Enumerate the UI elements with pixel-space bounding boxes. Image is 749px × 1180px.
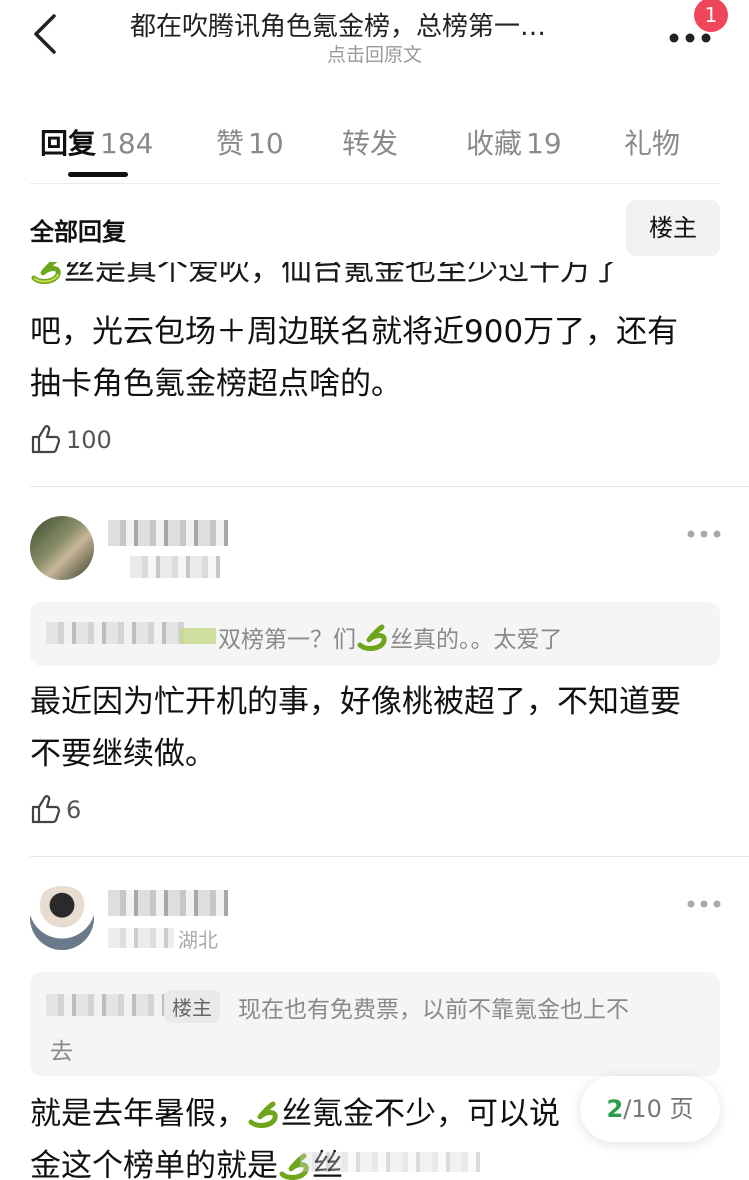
user-location: 湖北 bbox=[178, 928, 218, 952]
top-bar: 都在吹腾讯角色氪金榜，总榜第一… 点击回原文 1 bbox=[0, 0, 749, 80]
quoted-text: 双榜第一？们 bbox=[218, 627, 356, 653]
all-replies-heading: 全部回复 bbox=[30, 218, 126, 246]
tab-gifts[interactable]: 礼物 bbox=[624, 122, 684, 162]
reply1-like-button[interactable]: 100 bbox=[30, 424, 112, 454]
thumbs-up-icon bbox=[31, 425, 61, 454]
reply1-cut-line: 丝是真个爱吹，仙台氪金也至少过十万了 bbox=[30, 262, 720, 296]
page-title[interactable]: 都在吹腾讯角色氪金榜，总榜第一… bbox=[130, 6, 546, 43]
tab-likes[interactable]: 赞 10 bbox=[216, 122, 284, 162]
username-redacted[interactable] bbox=[108, 890, 228, 916]
back-to-original-link[interactable]: 点击回原文 bbox=[0, 40, 749, 67]
quoted-reply[interactable]: 楼主 现在也有免费票，以前不靠氪金也上不 去 bbox=[30, 972, 720, 1076]
reply2-like-count: 6 bbox=[66, 796, 82, 824]
reply-divider bbox=[30, 856, 749, 857]
tab-replies[interactable]: 回复 184 bbox=[40, 122, 153, 162]
notification-badge: 1 bbox=[694, 0, 728, 32]
user-meta-redacted bbox=[130, 556, 220, 578]
reply1-text-line2: 抽卡角色氪金榜超点啥的。 bbox=[30, 366, 402, 402]
quoted-reply[interactable]: 双榜第一？们 丝真的。。太爱了 bbox=[30, 602, 720, 666]
quoted-emoji-redacted bbox=[180, 628, 216, 644]
tab-bar: 回复 184 赞 10 转发 收藏 19 礼物 bbox=[30, 112, 720, 184]
reply1-text-line1: 吧，光云包场＋周边联名就将近900万了，还有 bbox=[30, 314, 679, 350]
more-dots-icon[interactable] bbox=[686, 896, 722, 912]
reply1-text-line0: 丝是真个爱吹，仙台氪金也至少过十万了 bbox=[64, 262, 622, 288]
quoted-username-redacted bbox=[46, 994, 176, 1016]
quoted-text-line1: 现在也有免费票，以前不靠氪金也上不 bbox=[238, 997, 629, 1023]
thumbs-up-icon bbox=[31, 795, 61, 824]
username-redacted[interactable] bbox=[108, 520, 228, 546]
quoted-text-line2: 去 bbox=[50, 1039, 73, 1065]
quoted-username-redacted bbox=[46, 622, 186, 644]
reply3-text-line2: 金这个榜单的就是丝 bbox=[30, 1148, 343, 1180]
user-meta-redacted bbox=[108, 928, 174, 948]
reply2-text-line2: 不要继续做。 bbox=[30, 736, 216, 772]
reply1-like-count: 100 bbox=[66, 426, 112, 454]
avatar[interactable] bbox=[30, 886, 94, 950]
reply2-like-button[interactable]: 6 bbox=[30, 794, 81, 824]
snake-emoji-icon bbox=[357, 624, 387, 651]
page-indicator[interactable]: 2/10 页 bbox=[580, 1076, 720, 1142]
owner-chip: 楼主 bbox=[164, 990, 220, 1023]
tab-reposts[interactable]: 转发 bbox=[342, 122, 402, 162]
reply2-text-line1: 最近因为忙开机的事，好像桃被超了，不知道要 bbox=[30, 684, 681, 720]
more-dots-icon[interactable] bbox=[686, 526, 722, 542]
snake-emoji-icon bbox=[31, 262, 61, 284]
avatar[interactable] bbox=[30, 516, 94, 580]
tab-favorites[interactable]: 收藏 19 bbox=[466, 122, 562, 162]
reply-divider bbox=[30, 486, 749, 487]
watermark-redacted bbox=[300, 1152, 480, 1172]
owner-only-button[interactable]: 楼主 bbox=[626, 200, 720, 256]
quoted-text-after: 丝真的。。太爱了 bbox=[390, 627, 563, 653]
snake-emoji-icon bbox=[248, 1101, 278, 1128]
active-tab-indicator bbox=[68, 172, 128, 177]
reply3-text-line1: 就是去年暑假， 丝氪金不少，可以说 bbox=[30, 1096, 560, 1132]
